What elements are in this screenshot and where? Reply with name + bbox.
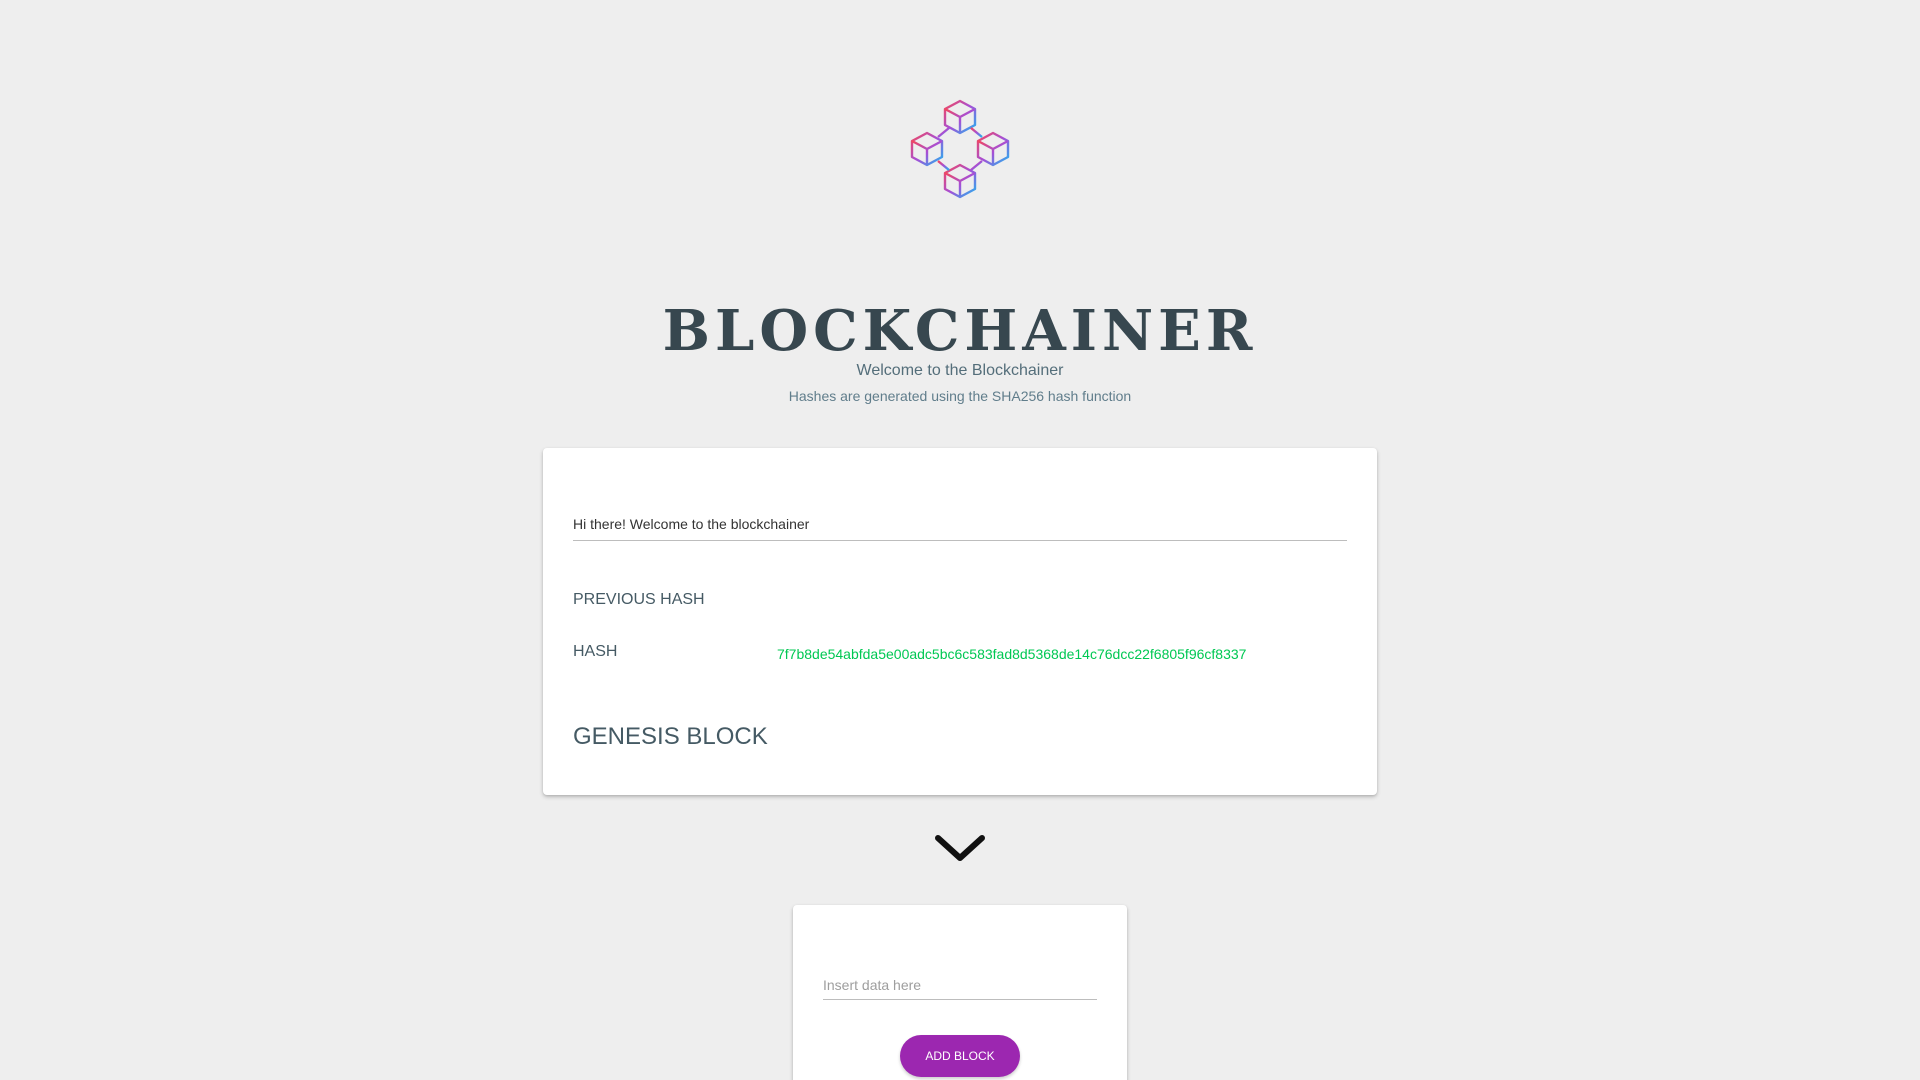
previous-hash-label: PREVIOUS HASH bbox=[573, 591, 705, 608]
block-type-label: GENESIS BLOCK bbox=[573, 723, 768, 750]
chevron-down-icon bbox=[935, 835, 985, 861]
page: BLOCKCHAINER Welcome to the Blockchainer… bbox=[0, 0, 1920, 1080]
add-block-button[interactable]: ADD BLOCK bbox=[900, 1035, 1020, 1077]
block-data-text: Hi there! Welcome to the blockchainer bbox=[573, 514, 1347, 541]
app-title: BLOCKCHAINER bbox=[662, 298, 1258, 364]
hash-function-description: Hashes are generated using the SHA256 ha… bbox=[788, 388, 1132, 404]
block-data-input[interactable] bbox=[823, 971, 1097, 1000]
genesis-block-card: Hi there! Welcome to the blockchainer PR… bbox=[543, 448, 1377, 795]
hash-value: 7f7b8de54abfda5e00adc5bc6c583fad8d5368de… bbox=[777, 646, 1247, 662]
add-block-card: ADD BLOCK bbox=[793, 905, 1127, 1080]
welcome-subtitle: Welcome to the Blockchainer bbox=[856, 362, 1064, 379]
hash-label: HASH bbox=[573, 643, 618, 660]
blockchain-logo-icon bbox=[910, 99, 1010, 199]
